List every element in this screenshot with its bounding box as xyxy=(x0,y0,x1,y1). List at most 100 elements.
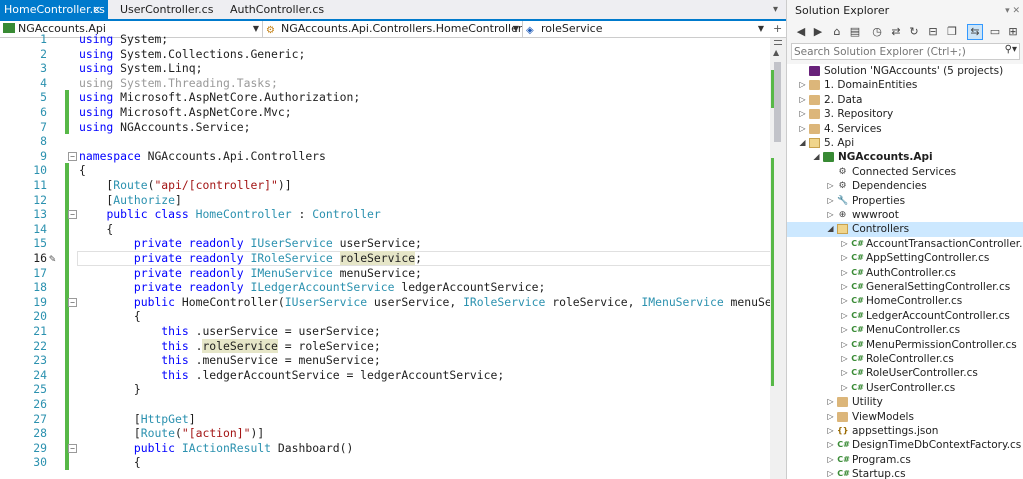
tree-item-rolecontroller-cs[interactable]: ▷ C# RoleController.cs xyxy=(787,352,1023,366)
back-icon[interactable]: ◀ xyxy=(793,24,809,40)
refresh-icon[interactable]: ↻ xyxy=(906,24,922,40)
code-line[interactable]: 19 − public HomeController(IUserService u… xyxy=(0,294,786,310)
code-line[interactable]: 16 ✎ private readonly IRoleService roleSe… xyxy=(0,251,771,267)
show-all-files-icon[interactable]: ❐ xyxy=(944,24,960,40)
code-line[interactable]: 8 xyxy=(0,134,770,149)
code-line[interactable]: 3 using System.Linq; xyxy=(0,61,770,76)
preview-icon[interactable]: ⊞ xyxy=(1005,24,1021,40)
expand-arrow-icon[interactable]: ▷ xyxy=(840,352,849,366)
tree-item-roleusercontroller-cs[interactable]: ▷ C# RoleUserController.cs xyxy=(787,366,1023,380)
tree-item-startup-cs[interactable]: ▷ C# Startup.cs xyxy=(787,467,1023,479)
tree-item-solution-ngaccounts-5-projects[interactable]: Solution 'NGAccounts' (5 projects) xyxy=(787,64,1023,78)
tree-item-utility[interactable]: ▷ Utility xyxy=(787,395,1023,409)
expand-arrow-icon[interactable]: ▷ xyxy=(840,381,849,395)
expand-arrow-icon[interactable]: ▷ xyxy=(826,179,835,193)
expand-arrow-icon[interactable]: ▷ xyxy=(840,366,849,380)
expand-arrow-icon[interactable]: ▷ xyxy=(840,237,849,251)
tree-item-authcontroller-cs[interactable]: ▷ C# AuthController.cs xyxy=(787,266,1023,280)
home-icon[interactable]: ⌂ xyxy=(829,24,845,40)
code-text-area[interactable]: 1 using System; 2 using System.Collections.… xyxy=(0,32,786,479)
pending-changes-filter-icon[interactable]: ◷ xyxy=(869,24,885,40)
expand-arrow-icon[interactable]: ▷ xyxy=(840,323,849,337)
tree-item-usercontroller-cs[interactable]: ▷ C# UserController.cs xyxy=(787,381,1023,395)
tree-item-viewmodels[interactable]: ▷ ViewModels xyxy=(787,410,1023,424)
tab-homecontroller[interactable]: HomeController.cs × xyxy=(0,0,108,19)
expand-arrow-icon[interactable]: ▷ xyxy=(826,194,835,208)
code-line[interactable]: 20 { xyxy=(0,309,770,324)
tree-item-dependencies[interactable]: ▷ ⚙ Dependencies xyxy=(787,179,1023,193)
tree-item-controllers[interactable]: ◢ Controllers xyxy=(787,222,1023,237)
editor-vertical-scrollbar[interactable]: ▲ xyxy=(770,38,786,479)
expand-arrow-icon[interactable]: ▷ xyxy=(840,251,849,265)
code-line[interactable]: 1 using System; xyxy=(0,32,770,47)
tree-item-3-repository[interactable]: ▷ 3. Repository xyxy=(787,107,1023,121)
expand-arrow-icon[interactable]: ▷ xyxy=(826,410,835,424)
tree-item-2-data[interactable]: ▷ 2. Data xyxy=(787,93,1023,107)
tab-usercontroller[interactable]: UserController.cs xyxy=(116,0,216,19)
expand-arrow-icon[interactable]: ▷ xyxy=(826,424,835,438)
code-line[interactable]: 17 private readonly IMenuService menuSer… xyxy=(0,265,770,281)
expand-arrow-icon[interactable]: ▷ xyxy=(840,266,849,280)
tree-item-properties[interactable]: ▷ 🔧 Properties xyxy=(787,194,1023,208)
tree-item-program-cs[interactable]: ▷ C# Program.cs xyxy=(787,453,1023,467)
expand-arrow-icon[interactable]: ▷ xyxy=(840,338,849,352)
code-line[interactable]: 14 { xyxy=(0,221,770,237)
code-line[interactable]: 7 using NGAccounts.Service; xyxy=(0,119,770,135)
code-line[interactable]: 4 using System.Threading.Tasks; xyxy=(0,76,770,91)
expand-arrow-icon[interactable]: ▷ xyxy=(840,294,849,308)
tree-item-1-domainentities[interactable]: ▷ 1. DomainEntities xyxy=(787,78,1023,92)
tree-item-connected-services[interactable]: ⚙ Connected Services xyxy=(787,165,1023,179)
expand-arrow-icon[interactable]: ▷ xyxy=(798,107,807,121)
code-line[interactable]: 5 using Microsoft.AspNetCore.Authorizatio… xyxy=(0,90,770,105)
solution-search-input[interactable] xyxy=(794,44,994,59)
tree-item-ngaccounts-api[interactable]: ◢ NGAccounts.Api xyxy=(787,150,1023,164)
expand-arrow-icon[interactable]: ▷ xyxy=(826,453,835,467)
expand-arrow-icon[interactable]: ▷ xyxy=(798,78,807,92)
forward-icon[interactable]: ▶ xyxy=(810,24,826,40)
tree-item-menupermissioncontroller-cs[interactable]: ▷ C# MenuPermissionController.cs xyxy=(787,338,1023,352)
code-line[interactable]: 23 this .menuService = menuService; xyxy=(0,353,770,368)
switch-views-icon[interactable]: ▤ xyxy=(847,24,863,40)
code-line[interactable]: 12 [Authorize] xyxy=(0,192,770,208)
split-handle-icon[interactable] xyxy=(774,40,782,45)
collapse-outline-icon[interactable]: − xyxy=(68,297,77,307)
window-options-icon[interactable]: ▾ ✕ xyxy=(1005,0,1020,22)
code-line[interactable]: 29 − public IActionResult Dashboard() xyxy=(0,440,770,456)
code-line[interactable]: 18 private readonly ILedgerAccountServic… xyxy=(0,280,770,295)
tree-item-wwwroot[interactable]: ▷ ⊕ wwwroot xyxy=(787,208,1023,222)
scroll-up-arrow-icon[interactable]: ▲ xyxy=(773,48,779,57)
collapse-arrow-icon[interactable]: ◢ xyxy=(812,150,821,164)
code-line[interactable]: 24 this .ledgerAccountService = ledgerAc… xyxy=(0,367,770,383)
solution-search-box[interactable]: ⚲▾ xyxy=(791,43,1020,60)
tree-item-generalsettingcontroller-cs[interactable]: ▷ C# GeneralSettingController.cs xyxy=(787,280,1023,294)
collapse-outline-icon[interactable]: − xyxy=(68,443,77,453)
tree-item-4-services[interactable]: ▷ 4. Services xyxy=(787,122,1023,136)
code-line[interactable]: 22 this .roleService = roleService; xyxy=(0,338,770,354)
search-icon[interactable]: ⚲▾ xyxy=(1005,44,1017,55)
expand-arrow-icon[interactable]: ▷ xyxy=(798,93,807,107)
code-line[interactable]: 27 [HttpGet] xyxy=(0,411,770,427)
collapse-arrow-icon[interactable]: ◢ xyxy=(798,136,807,150)
tree-item-homecontroller-cs[interactable]: ▷ C# HomeController.cs xyxy=(787,294,1023,308)
tree-item-appsettingcontroller-cs[interactable]: ▷ C# AppSettingController.cs xyxy=(787,251,1023,265)
tab-overflow-dropdown-icon[interactable]: ▾ xyxy=(773,0,778,19)
tree-item-accounttransactioncontroller-cs[interactable]: ▷ C# AccountTransactionController.cs xyxy=(787,237,1023,251)
collapse-outline-icon[interactable]: − xyxy=(68,151,77,161)
quick-actions-pencil-icon[interactable]: ✎ xyxy=(49,252,56,267)
tree-item-ledgeraccountcontroller-cs[interactable]: ▷ C# LedgerAccountController.cs xyxy=(787,309,1023,323)
sync-icon[interactable]: ⇄ xyxy=(888,24,904,40)
code-line[interactable]: 9 − namespace NGAccounts.Api.Controllers xyxy=(0,149,770,164)
code-line[interactable]: 30 { xyxy=(0,455,770,470)
code-line[interactable]: 25 } xyxy=(0,382,770,397)
collapse-arrow-icon[interactable]: ◢ xyxy=(826,222,835,236)
tree-item-menucontroller-cs[interactable]: ▷ C# MenuController.cs xyxy=(787,323,1023,337)
code-line[interactable]: 15 private readonly IUserService userSer… xyxy=(0,236,770,251)
expand-arrow-icon[interactable]: ▷ xyxy=(826,395,835,409)
code-line[interactable]: 6 using Microsoft.AspNetCore.Mvc; xyxy=(0,105,770,120)
tree-item-5-api[interactable]: ◢ 5. Api xyxy=(787,136,1023,150)
properties-icon[interactable]: ▭ xyxy=(987,24,1003,40)
expand-arrow-icon[interactable]: ▷ xyxy=(826,467,835,479)
code-line[interactable]: 2 using System.Collections.Generic; xyxy=(0,47,770,62)
expand-arrow-icon[interactable]: ▷ xyxy=(798,122,807,136)
expand-arrow-icon[interactable]: ▷ xyxy=(840,280,849,294)
